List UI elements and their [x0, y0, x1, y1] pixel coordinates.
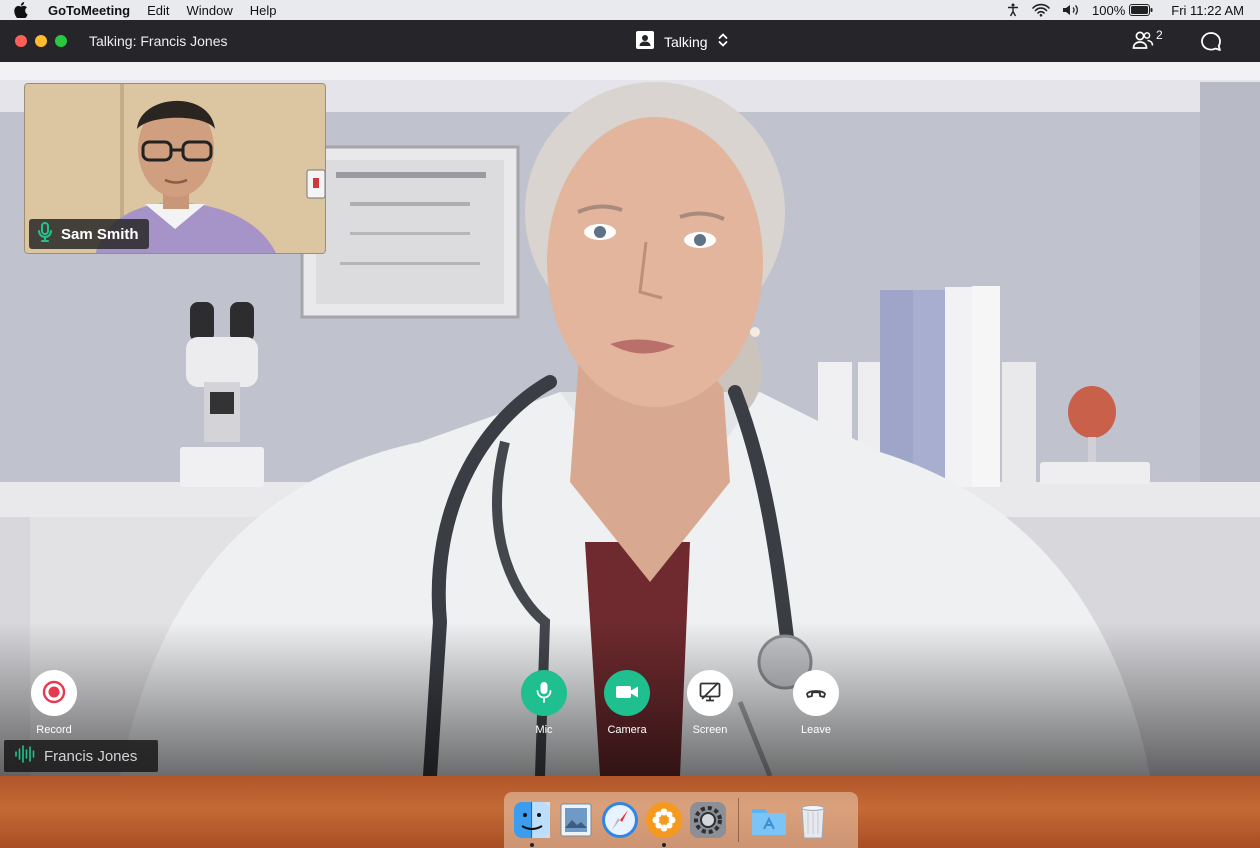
screen-label: Screen: [692, 724, 728, 736]
record-icon: [42, 680, 66, 707]
mic-button[interactable]: [521, 670, 567, 716]
chevron-up-down-icon: [718, 32, 728, 51]
thumbnail-name-tag: Sam Smith: [29, 219, 149, 249]
record-label: Record: [36, 724, 72, 736]
preview-icon[interactable]: [556, 800, 596, 840]
finder-icon[interactable]: [512, 800, 552, 847]
menu-app-name[interactable]: GoToMeeting: [48, 3, 130, 18]
screen-share-off-icon: [699, 681, 721, 705]
dock-separator: [738, 798, 739, 842]
record-control: Record: [9, 670, 99, 736]
menubar-clock[interactable]: Fri 11:22 AM: [1171, 3, 1244, 18]
screen-share-button[interactable]: [687, 670, 733, 716]
speaker-view-icon: [636, 31, 654, 52]
battery-icon[interactable]: [1129, 4, 1153, 16]
close-window-button[interactable]: [15, 35, 27, 47]
leave-label: Leave: [801, 724, 831, 736]
mic-control: Mic: [499, 670, 589, 736]
thumbnail-participant-name: Sam Smith: [61, 225, 139, 243]
battery-percent: 100%: [1092, 2, 1126, 18]
microphone-icon: [37, 222, 53, 246]
hang-up-icon: [805, 686, 827, 701]
window-titlebar: Talking: Francis Jones Talking 2: [0, 20, 1260, 62]
leave-button[interactable]: [793, 670, 839, 716]
trash-icon[interactable]: [793, 800, 833, 840]
volume-icon[interactable]: [1062, 3, 1080, 17]
active-speaker-tag: Francis Jones: [4, 740, 158, 772]
camera-label: Camera: [607, 724, 647, 736]
accessibility-icon[interactable]: [1006, 3, 1020, 17]
microphone-icon: [536, 681, 552, 706]
camera-button[interactable]: [604, 670, 650, 716]
wifi-icon[interactable]: [1032, 3, 1050, 17]
window-title: Talking: Francis Jones: [89, 33, 228, 49]
menu-bar: GoToMeeting Edit Window Help 100% Fri 11…: [0, 0, 1260, 20]
view-mode-selector[interactable]: Talking: [636, 31, 728, 52]
menu-help[interactable]: Help: [250, 3, 277, 18]
minimize-window-button[interactable]: [35, 35, 47, 47]
active-speaker-name: Francis Jones: [44, 747, 138, 765]
apple-icon[interactable]: [14, 2, 30, 18]
video-camera-icon: [615, 684, 639, 703]
camera-control: Camera: [582, 670, 672, 736]
view-mode-label: Talking: [664, 33, 708, 50]
dock: [504, 792, 858, 848]
screen-control: Screen: [665, 670, 755, 736]
menu-edit[interactable]: Edit: [147, 3, 169, 18]
people-icon: [1132, 30, 1154, 55]
audio-waveform-icon: [14, 743, 36, 769]
app-store-folder-icon[interactable]: [749, 800, 789, 840]
safari-icon[interactable]: [600, 800, 640, 840]
fullscreen-window-button[interactable]: [55, 35, 67, 47]
record-button[interactable]: [31, 670, 77, 716]
menu-window[interactable]: Window: [187, 3, 233, 18]
mic-label: Mic: [535, 724, 553, 736]
leave-control: Leave: [771, 670, 861, 736]
chat-icon[interactable]: [1200, 31, 1222, 58]
participant-count: 2: [1156, 28, 1163, 42]
participants-button[interactable]: 2: [1132, 28, 1163, 55]
system-preferences-icon[interactable]: [688, 800, 728, 840]
self-video-thumbnail[interactable]: Sam Smith: [24, 83, 326, 254]
gotomeeting-icon[interactable]: [644, 800, 684, 847]
